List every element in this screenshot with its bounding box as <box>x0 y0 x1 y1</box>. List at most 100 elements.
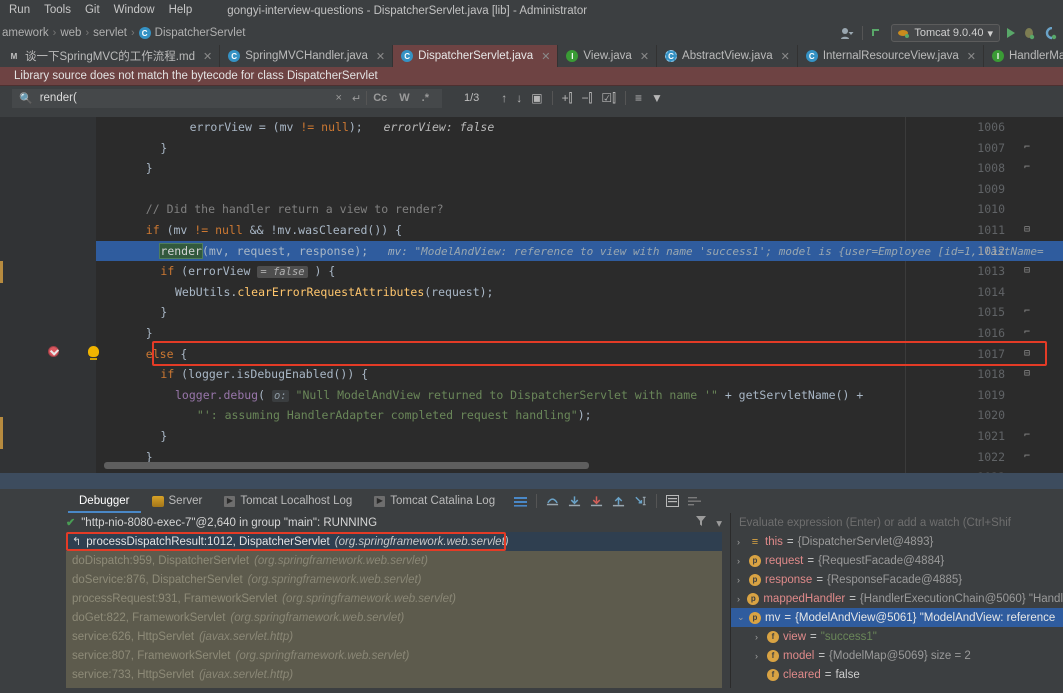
code-fold-icon[interactable]: ⊟ <box>1024 344 1030 365</box>
variable-row[interactable]: › f view = "success1" <box>731 627 1063 646</box>
chevron-down-icon[interactable]: ▾ <box>716 516 722 530</box>
close-icon[interactable]: ✕ <box>967 50 976 63</box>
editor-gutter[interactable] <box>8 117 96 473</box>
editor-tab-5[interactable]: C InternalResourceView.java ✕ <box>798 45 984 67</box>
breadcrumb-item-0[interactable]: amework <box>2 27 49 39</box>
variable-row[interactable]: › f model = {ModelMap@5069} size = 2 <box>731 646 1063 665</box>
match-case-toggle[interactable]: Cc <box>367 92 393 104</box>
code-line[interactable]: 1020 "': assuming HandlerAdapter complete… <box>96 405 1063 426</box>
code-fold-icon[interactable]: ⌐ <box>1024 158 1030 179</box>
chevron-right-icon[interactable]: › <box>737 537 749 547</box>
select-occurrences-icon[interactable]: ☑⫿ <box>601 91 616 106</box>
menu-item-window[interactable]: Window <box>107 0 162 21</box>
find-prev-icon[interactable]: ↑ <box>501 91 507 105</box>
close-icon[interactable]: ✕ <box>781 50 790 63</box>
editor-tab-4[interactable]: C AbstractView.java ✕ <box>657 45 798 67</box>
code-fold-icon[interactable]: ⊟ <box>1024 364 1030 385</box>
code-fold-icon[interactable]: ⌐ <box>1024 323 1030 344</box>
whole-words-toggle[interactable]: W <box>393 92 415 104</box>
variable-row[interactable]: › p request = {RequestFacade@4884} <box>731 551 1063 570</box>
breadcrumb-item-2[interactable]: servlet <box>93 27 127 39</box>
run-icon[interactable] <box>1007 28 1015 38</box>
code-line[interactable]: 1021 ⌐} <box>96 426 1063 447</box>
debug-tab-tomcat-localhost-log[interactable]: ▶ Tomcat Localhost Log <box>213 489 363 513</box>
code-line[interactable]: 1008 ⌐} <box>96 158 1063 179</box>
editor-horizontal-scrollbar[interactable] <box>104 462 589 469</box>
variable-row[interactable]: › ≡ this = {DispatcherServlet@4893} <box>731 532 1063 551</box>
search-input[interactable]: 🔍 render( × ↵ Cc W .* <box>12 88 442 108</box>
chevron-right-icon[interactable]: › <box>737 594 747 604</box>
settings-icon[interactable] <box>688 495 702 508</box>
code-fold-icon[interactable]: ⌐ <box>1024 426 1030 447</box>
chevron-down-icon[interactable]: ⌄ <box>737 612 749 623</box>
code-fold-icon[interactable]: ⌐ <box>1024 447 1030 468</box>
editor-code-area[interactable]: 1006 errorView = (mv != null); errorView:… <box>96 117 1063 473</box>
chevron-right-icon[interactable]: › <box>755 632 767 642</box>
multiline-search-icon[interactable]: ↵ <box>347 92 366 105</box>
menu-item-tools[interactable]: Tools <box>37 0 78 21</box>
back-arrow-icon[interactable] <box>870 26 884 40</box>
code-line[interactable]: 1012 render(mv, request, response); mv: "… <box>96 240 1063 262</box>
thread-selector[interactable]: ✔ "http-nio-8080-exec-7"@2,640 in group … <box>0 513 730 532</box>
code-line[interactable]: 1006 errorView = (mv != null); errorView:… <box>96 117 1063 138</box>
chevron-right-icon[interactable]: › <box>755 651 767 661</box>
intention-bulb-icon[interactable] <box>88 346 99 360</box>
code-line[interactable]: 1014 WebUtils.clearErrorRequestAttributes… <box>96 282 1063 303</box>
code-line[interactable]: 1010 // Did the handler return a view to … <box>96 199 1063 220</box>
code-fold-icon[interactable]: ⌐ <box>1024 302 1030 323</box>
menu-item-git[interactable]: Git <box>78 0 107 21</box>
variable-row[interactable]: › p mappedHandler = {HandlerExecutionChain@5… <box>731 589 1063 608</box>
search-icon[interactable]: 🔍 <box>19 92 33 105</box>
code-line[interactable]: 1011 ⊟ if (mv != null && !mv.wasCleared())… <box>96 220 1063 241</box>
stack-frame[interactable]: service:626, HttpServlet (javax.servlet.h… <box>66 627 722 646</box>
clear-search-icon[interactable]: × <box>331 92 347 104</box>
breadcrumb-item-1[interactable]: web <box>60 27 81 39</box>
filter-funnel-icon[interactable]: ▼ <box>651 91 663 105</box>
variable-row[interactable]: › p response = {ResponseFacade@4885} <box>731 570 1063 589</box>
step-out-icon[interactable] <box>612 495 625 508</box>
code-line[interactable]: 1018 ⊟ if (logger.isDebugEnabled()) { <box>96 364 1063 385</box>
editor-tab-2-active[interactable]: C DispatcherServlet.java ✕ <box>393 45 559 67</box>
code-line[interactable]: 1013 ⊟ if (errorView = false ) { <box>96 261 1063 282</box>
chevron-right-icon[interactable]: › <box>737 575 749 585</box>
stack-frame[interactable]: service:807, FrameworkServlet (org.spring… <box>66 646 722 665</box>
editor-tab-0[interactable]: M 谈一下SpringMVC的工作流程.md ✕ <box>0 45 221 67</box>
code-line[interactable]: 1009 <box>96 179 1063 200</box>
select-all-occurrences-icon[interactable]: ▣ <box>531 91 542 105</box>
variable-row[interactable]: f cleared = false <box>731 665 1063 684</box>
code-fold-icon[interactable]: ⌐ <box>1024 138 1030 159</box>
debug-tab-debugger[interactable]: Debugger <box>68 489 141 513</box>
code-line[interactable]: 1019 logger.debug( o: "Null ModelAndView … <box>96 385 1063 406</box>
menu-item-run[interactable]: Run <box>2 0 37 21</box>
find-options-icon[interactable]: ≡ <box>635 91 642 105</box>
close-icon[interactable]: ✕ <box>541 50 550 63</box>
force-step-into-icon[interactable] <box>590 495 603 508</box>
code-line[interactable]: 1015 ⌐} <box>96 302 1063 323</box>
chevron-down-icon[interactable]: ▾ <box>987 27 993 40</box>
menu-item-help[interactable]: Help <box>162 0 200 21</box>
evaluate-expression-icon[interactable] <box>666 495 680 508</box>
code-fold-icon[interactable]: ⊟ <box>1024 261 1030 282</box>
code-fold-icon[interactable]: ⊟ <box>1024 220 1030 241</box>
chevron-right-icon[interactable]: › <box>737 556 749 566</box>
regex-toggle[interactable]: .* <box>416 92 435 104</box>
add-selection-next-icon[interactable]: +⫿ <box>562 91 573 106</box>
code-line[interactable]: 1016 ⌐} <box>96 323 1063 344</box>
code-line[interactable]: 1007 ⌐} <box>96 138 1063 159</box>
stack-frame[interactable]: doGet:822, FrameworkServlet (org.springfr… <box>66 608 722 627</box>
debug-tab-server[interactable]: Server <box>141 489 214 513</box>
run-configuration-selector[interactable]: Tomcat 9.0.40 ▾ <box>891 24 1000 42</box>
close-icon[interactable]: ✕ <box>640 50 649 63</box>
debug-icon[interactable] <box>1022 27 1036 40</box>
close-icon[interactable]: ✕ <box>376 50 385 63</box>
filter-funnel-icon[interactable] <box>696 516 707 529</box>
console-toggle-icon[interactable] <box>514 495 528 508</box>
debug-tab-tomcat-catalina-log[interactable]: ▶ Tomcat Catalina Log <box>363 489 506 513</box>
coverage-icon[interactable] <box>1043 26 1057 40</box>
code-line[interactable]: 1017 ⊟ else { <box>96 344 1063 365</box>
step-over-icon[interactable] <box>546 495 559 508</box>
stack-frame[interactable]: doDispatch:959, DispatcherServlet (org.sp… <box>66 551 722 570</box>
run-to-cursor-icon[interactable] <box>634 495 647 508</box>
call-stack-list[interactable]: ↰ processDispatchResult:1012, DispatcherS… <box>66 532 722 689</box>
profiler-icon[interactable] <box>840 27 855 40</box>
